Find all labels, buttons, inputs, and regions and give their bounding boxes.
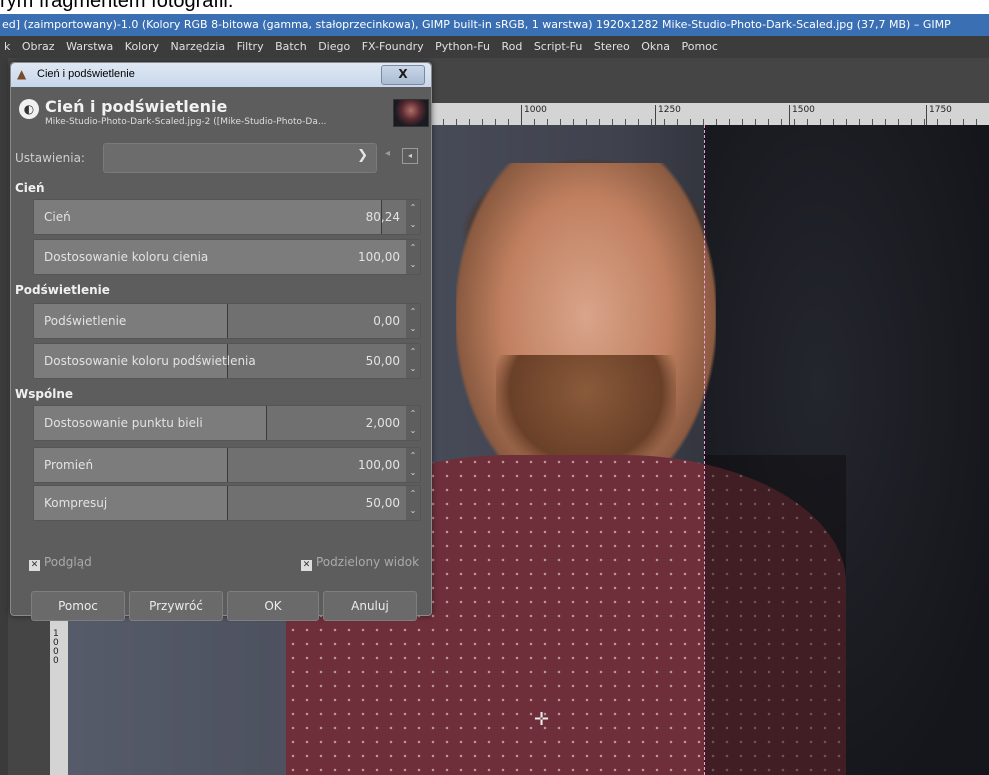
page-caption: rym fragmentem fotografii. bbox=[0, 0, 234, 12]
section-shadows: Cień bbox=[15, 181, 45, 195]
spinner-arrows-icon[interactable]: ⌃ ⌄ bbox=[406, 406, 420, 440]
slider-compress[interactable]: Kompresuj 50,00 ⌃ ⌄ bbox=[33, 485, 421, 521]
ruler-label: 1000 bbox=[53, 629, 59, 666]
spinner-arrows-icon[interactable]: ⌃ ⌄ bbox=[406, 344, 420, 378]
spinner-arrows-icon[interactable]: ⌃ ⌄ bbox=[406, 240, 420, 274]
presets-menu-icon[interactable]: ◂ bbox=[402, 148, 418, 164]
menu-item-help[interactable]: Pomoc bbox=[681, 40, 717, 53]
dialog-window-title: Cień i podświetlenie bbox=[37, 68, 135, 80]
slider-label: Promień bbox=[44, 458, 94, 472]
menu-item-layer[interactable]: Warstwa bbox=[66, 40, 113, 53]
section-common: Wspólne bbox=[15, 387, 74, 401]
menu-item-python-fu[interactable]: Python-Fu bbox=[435, 40, 490, 53]
menu-item-image[interactable]: Obraz bbox=[22, 40, 55, 53]
menu-item-stereo[interactable]: Stereo bbox=[594, 40, 630, 53]
dialog-header: ◐ Cień i podświetlenie Mike-Studio-Photo… bbox=[17, 97, 429, 129]
close-button[interactable]: X bbox=[381, 65, 425, 85]
reset-button[interactable]: Przywróć bbox=[129, 591, 223, 621]
gimp-wilber-icon: ▲ bbox=[17, 67, 27, 81]
menu-item-fx-foundry[interactable]: FX-Foundry bbox=[362, 40, 424, 53]
dialog-titlebar[interactable]: ▲ Cień i podświetlenie X bbox=[11, 63, 431, 87]
menu-item-tools-partial[interactable]: k bbox=[4, 40, 10, 53]
cancel-button[interactable]: Anuluj bbox=[323, 591, 417, 621]
slider-highlights-color-adjust[interactable]: Dostosowanie koloru podświetlenia 50,00 … bbox=[33, 343, 421, 379]
slider-whitepoint-adjust[interactable]: Dostosowanie punktu bieli 2,000 ⌃ ⌄ bbox=[33, 405, 421, 441]
dialog-body: ◐ Cień i podświetlenie Mike-Studio-Photo… bbox=[11, 87, 431, 621]
presets-dropdown[interactable]: ❯ bbox=[103, 143, 377, 173]
slider-label: Dostosowanie koloru podświetlenia bbox=[44, 354, 256, 368]
slider-radius[interactable]: Promień 100,00 ⌃ ⌄ bbox=[33, 447, 421, 483]
chevron-down-icon: ❯ bbox=[357, 148, 368, 163]
checkbox-checked-icon: ✕ bbox=[29, 560, 40, 571]
filter-icon: ◐ bbox=[19, 99, 39, 119]
slider-value: 50,00 bbox=[365, 354, 400, 368]
slider-highlights[interactable]: Podświetlenie 0,00 ⌃ ⌄ bbox=[33, 303, 421, 339]
preview-checkbox[interactable]: ✕ Podgląd bbox=[29, 555, 92, 571]
spinner-arrows-icon[interactable]: ⌃ ⌄ bbox=[406, 486, 420, 520]
dialog-heading: Cień i podświetlenie bbox=[45, 97, 228, 116]
spinner-arrows-icon[interactable]: ⌃ ⌄ bbox=[406, 448, 420, 482]
left-strip bbox=[0, 58, 8, 775]
slider-value: 100,00 bbox=[358, 250, 400, 264]
shadows-highlights-dialog: ▲ Cień i podświetlenie X ◐ Cień i podświ… bbox=[10, 62, 432, 621]
presets-label: Ustawienia: bbox=[15, 151, 85, 165]
preview-label: Podgląd bbox=[44, 555, 92, 569]
slider-shadows[interactable]: Cień 80,24 ⌃ ⌄ bbox=[33, 199, 421, 235]
dialog-subheading: Mike-Studio-Photo-Dark-Scaled.jpg-2 ([Mi… bbox=[45, 117, 327, 127]
photo-shirt-original bbox=[704, 455, 846, 775]
checkbox-checked-icon: ✕ bbox=[301, 560, 312, 571]
menu-item-colors[interactable]: Kolory bbox=[125, 40, 159, 53]
menu-item-filters[interactable]: Filtry bbox=[237, 40, 264, 53]
menubar: k Obraz Warstwa Kolory Narzędzia Filtry … bbox=[0, 36, 989, 58]
slider-label: Dostosowanie koloru cienia bbox=[44, 250, 209, 264]
menu-item-diego[interactable]: Diego bbox=[318, 40, 350, 53]
app-titlebar: ed] (zaimportowany)-1.0 (Kolory RGB 8-bi… bbox=[0, 14, 989, 36]
image-thumbnail bbox=[393, 99, 429, 127]
menu-item-script-fu[interactable]: Script-Fu bbox=[534, 40, 583, 53]
slider-value: 0,00 bbox=[373, 314, 400, 328]
slider-fill bbox=[34, 200, 383, 234]
menu-item-windows[interactable]: Okna bbox=[641, 40, 670, 53]
vertical-ruler[interactable]: 1000 bbox=[50, 620, 69, 775]
split-view-divider bbox=[704, 125, 705, 775]
ruler-label: 1750 bbox=[926, 105, 952, 127]
split-view-checkbox[interactable]: ✕ Podzielony widok bbox=[301, 555, 419, 571]
slider-label: Podświetlenie bbox=[44, 314, 127, 328]
menu-item-batch[interactable]: Batch bbox=[275, 40, 307, 53]
section-highlights: Podświetlenie bbox=[15, 283, 110, 297]
spinner-arrows-icon[interactable]: ⌃ ⌄ bbox=[406, 304, 420, 338]
split-view-label: Podzielony widok bbox=[316, 555, 420, 569]
ruler-label: 1500 bbox=[789, 105, 815, 127]
help-button[interactable]: Pomoc bbox=[31, 591, 125, 621]
slider-value: 50,00 bbox=[365, 496, 400, 510]
add-preset-icon[interactable]: ◂ bbox=[385, 148, 390, 159]
spinner-arrows-icon[interactable]: ⌃ ⌄ bbox=[406, 200, 420, 234]
ruler-label: 1000 bbox=[521, 105, 547, 127]
slider-label: Cień bbox=[44, 210, 71, 224]
ok-button[interactable]: OK bbox=[227, 591, 319, 621]
slider-shadows-color-adjust[interactable]: Dostosowanie koloru cienia 100,00 ⌃ ⌄ bbox=[33, 239, 421, 275]
horizontal-ruler[interactable]: 1000 1250 1500 1750 bbox=[430, 103, 989, 127]
slider-label: Dostosowanie punktu bieli bbox=[44, 416, 203, 430]
slider-label: Kompresuj bbox=[44, 496, 108, 510]
crosshair-cursor-icon: ✛ bbox=[534, 709, 550, 730]
slider-value: 2,000 bbox=[365, 416, 400, 430]
menu-item-tools[interactable]: Narzędzia bbox=[171, 40, 226, 53]
ruler-label: 1250 bbox=[655, 105, 681, 127]
slider-value: 100,00 bbox=[358, 458, 400, 472]
menu-item-rod[interactable]: Rod bbox=[501, 40, 522, 53]
slider-value: 80,24 bbox=[365, 210, 400, 224]
